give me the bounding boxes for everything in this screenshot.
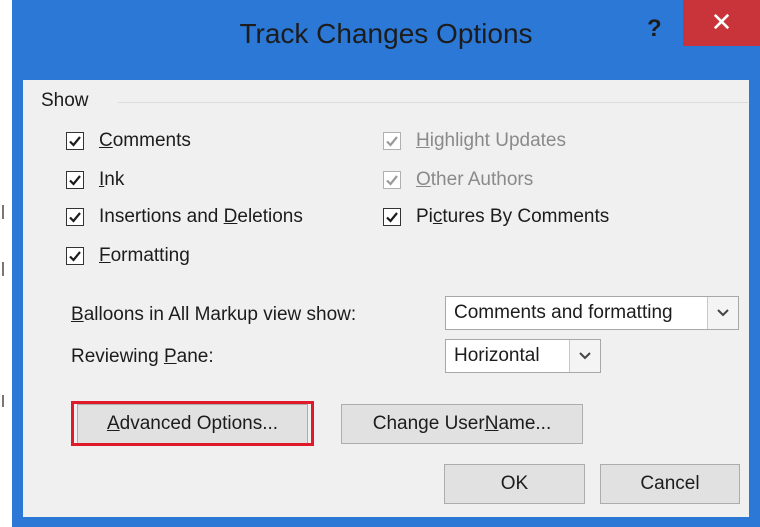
checkmark-icon xyxy=(69,212,81,223)
ok-button[interactable]: OK xyxy=(444,464,585,504)
checkbox-comments[interactable]: Comments xyxy=(66,128,191,154)
checkmark-icon xyxy=(69,136,81,147)
checkbox-formatting-box[interactable] xyxy=(66,247,84,265)
checkbox-highlight-updates-box[interactable] xyxy=(383,132,401,150)
edge-mark xyxy=(2,262,4,276)
checkbox-insertions-deletions-box[interactable] xyxy=(66,208,84,226)
checkbox-formatting[interactable]: Formatting xyxy=(66,243,190,269)
checkbox-formatting-label: Formatting xyxy=(99,245,190,266)
checkbox-other-authors-label: Other Authors xyxy=(416,169,534,190)
checkbox-comments-box[interactable] xyxy=(66,132,84,150)
close-icon: ✕ xyxy=(710,7,733,37)
checkmark-icon xyxy=(386,136,398,147)
show-group-label: Show xyxy=(41,90,89,111)
chevron-down-icon[interactable] xyxy=(707,297,738,329)
cancel-button[interactable]: Cancel xyxy=(600,464,740,504)
checkmark-icon xyxy=(69,251,81,262)
reviewing-pane-dropdown[interactable]: Horizontal xyxy=(445,339,601,373)
reviewing-pane-label: Reviewing Pane: xyxy=(71,346,214,367)
checkbox-comments-label: Comments xyxy=(99,130,191,151)
checkmark-icon xyxy=(386,175,398,186)
help-button[interactable]: ? xyxy=(647,15,662,43)
checkbox-highlight-updates-label: Highlight Updates xyxy=(416,130,566,151)
background-window-edge xyxy=(0,0,8,527)
chevron-down-icon[interactable] xyxy=(569,340,600,372)
checkbox-insertions-deletions-label: Insertions and Deletions xyxy=(99,206,303,227)
checkmark-icon xyxy=(386,212,398,223)
checkbox-ink[interactable]: Ink xyxy=(66,167,124,193)
track-changes-options-dialog: Track Changes Options ? ✕ Show Comments … xyxy=(12,0,760,527)
checkbox-pictures-by-comments-box[interactable] xyxy=(383,208,401,226)
close-button[interactable]: ✕ xyxy=(683,0,760,46)
change-user-name-button[interactable]: Change User Name... xyxy=(341,404,583,444)
highlight-box xyxy=(71,401,314,446)
group-divider xyxy=(118,102,748,103)
balloons-dropdown-value: Comments and formatting xyxy=(454,302,673,323)
checkbox-ink-box[interactable] xyxy=(66,171,84,189)
checkbox-pictures-by-comments[interactable]: Pictures By Comments xyxy=(383,204,609,230)
checkbox-highlight-updates[interactable]: Highlight Updates xyxy=(383,128,566,154)
checkbox-other-authors[interactable]: Other Authors xyxy=(383,167,533,193)
edge-mark xyxy=(2,205,4,219)
checkbox-ink-label: Ink xyxy=(99,169,125,190)
reviewing-pane-dropdown-value: Horizontal xyxy=(454,345,540,366)
checkbox-pictures-by-comments-label: Pictures By Comments xyxy=(416,206,610,227)
dialog-client-area: Show Comments Ink Insertions and Deletio… xyxy=(23,80,749,517)
checkbox-other-authors-box[interactable] xyxy=(383,171,401,189)
checkmark-icon xyxy=(69,175,81,186)
checkbox-insertions-deletions[interactable]: Insertions and Deletions xyxy=(66,204,303,230)
balloons-label: Balloons in All Markup view show: xyxy=(71,304,357,325)
title-bar[interactable]: Track Changes Options ? ✕ xyxy=(12,0,760,80)
edge-mark xyxy=(2,395,4,407)
balloons-dropdown[interactable]: Comments and formatting xyxy=(445,296,739,330)
